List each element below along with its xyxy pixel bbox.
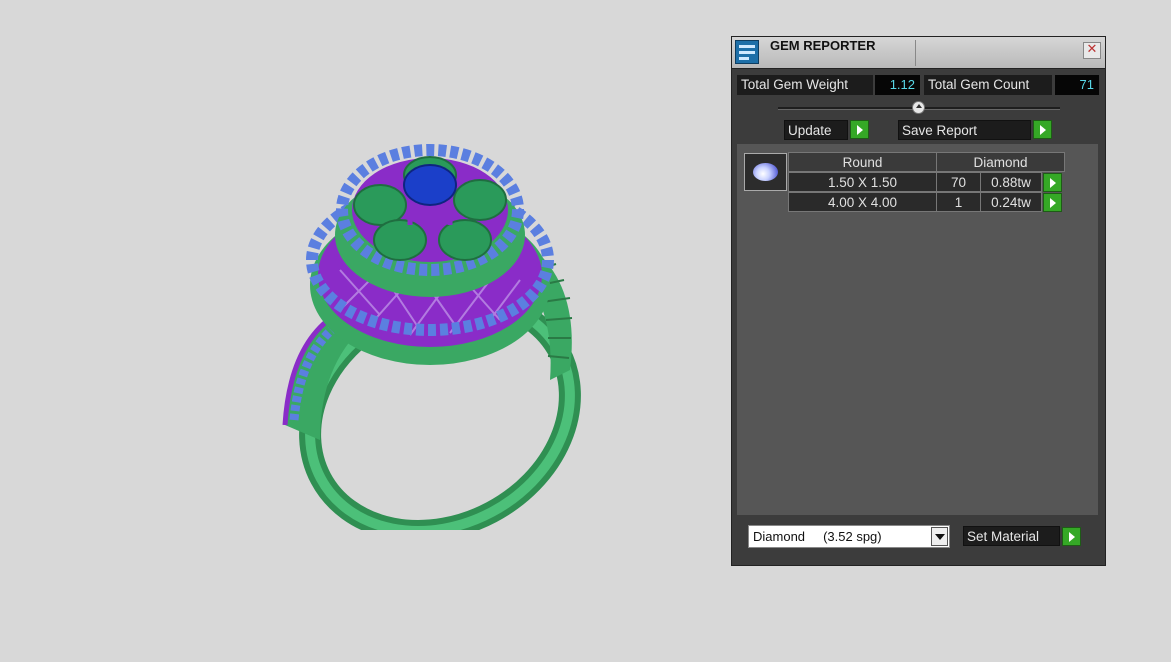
- total-gem-count-value: 71: [1055, 75, 1099, 95]
- set-material-button[interactable]: Set Material: [963, 526, 1060, 546]
- table-cell-weight: 0.88tw: [980, 172, 1042, 192]
- title-separator: [915, 40, 916, 66]
- table-cell-size: 4.00 X 4.00: [788, 192, 937, 212]
- table-cell-count: 70: [936, 172, 981, 192]
- close-icon[interactable]: ✕: [1083, 42, 1101, 59]
- table-header-shape: Round: [788, 152, 937, 172]
- round-diamond-icon: [753, 163, 778, 181]
- table-cell-count: 1: [936, 192, 981, 212]
- save-report-go-icon[interactable]: [1033, 120, 1052, 139]
- set-material-go-icon[interactable]: [1062, 527, 1081, 546]
- window-title: GEM REPORTER: [770, 38, 876, 53]
- table-cell-weight: 0.24tw: [980, 192, 1042, 212]
- total-gem-count-label: Total Gem Count: [924, 75, 1052, 95]
- row-select-go-icon[interactable]: [1043, 173, 1062, 192]
- update-go-icon[interactable]: [850, 120, 869, 139]
- row-select-go-icon[interactable]: [1043, 193, 1062, 212]
- chevron-down-icon[interactable]: [931, 527, 948, 546]
- table-cell-size: 1.50 X 1.50: [788, 172, 937, 192]
- material-select[interactable]: Diamond (3.52 spg): [748, 525, 950, 548]
- update-button[interactable]: Update: [784, 120, 848, 140]
- material-select-value: Diamond (3.52 spg): [753, 529, 882, 544]
- title-bar[interactable]: GEM REPORTER ✕: [732, 37, 1105, 69]
- save-report-button[interactable]: Save Report: [898, 120, 1031, 140]
- table-header-material: Diamond: [936, 152, 1065, 172]
- gem-thumbnail[interactable]: [744, 153, 787, 191]
- total-gem-weight-value: 1.12: [875, 75, 920, 95]
- total-gem-weight-label: Total Gem Weight: [737, 75, 873, 95]
- gem-reporter-panel: GEM REPORTER ✕ Total Gem Weight 1.12 Tot…: [731, 36, 1106, 566]
- ring-3d-model[interactable]: [260, 140, 600, 530]
- slider-thumb[interactable]: [912, 101, 925, 114]
- 3d-viewport[interactable]: [0, 0, 700, 662]
- gem-reporter-app-icon: [735, 40, 759, 64]
